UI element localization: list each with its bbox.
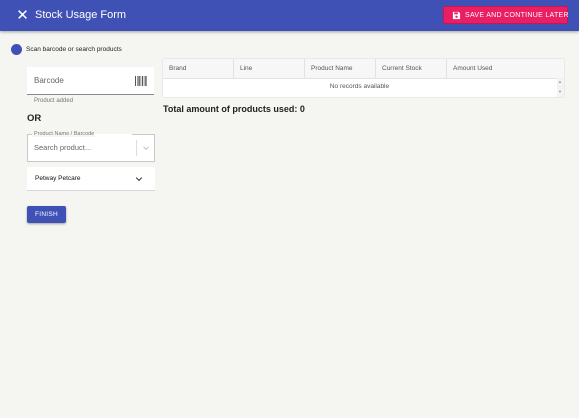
location-select[interactable]: Petway Petcare [27, 167, 155, 191]
barcode-input[interactable]: Barcode [27, 67, 154, 95]
outline-segment [27, 134, 32, 135]
barcode-icon [135, 76, 147, 86]
step-indicator [11, 44, 22, 55]
location-select-value: Petway Petcare [35, 175, 81, 182]
empty-table-message: No records available [329, 83, 390, 90]
table-header: Brand Line Product Name Current Stock Am… [163, 59, 564, 79]
barcode-placeholder: Barcode [34, 76, 64, 85]
chevron-down-icon[interactable] [142, 144, 150, 152]
scroll-up-icon[interactable]: ▲ [558, 80, 562, 84]
save-button-label: SAVE AND CONTINUE LATER [465, 12, 569, 19]
finish-button[interactable]: FINISH [27, 206, 66, 223]
column-header-product-name[interactable]: Product Name [305, 59, 376, 78]
column-header-line[interactable]: Line [234, 59, 305, 78]
product-search-label: Product Name / Barcode [33, 131, 96, 137]
app-bar: ✕ Stock Usage Form SAVE AND CONTINUE LAT… [0, 0, 579, 31]
chevron-down-icon [135, 177, 143, 182]
save-icon [452, 11, 461, 20]
barcode-helper-text: Product added [34, 98, 74, 104]
product-search-field[interactable] [27, 134, 155, 162]
scroll-down-icon[interactable]: ▼ [558, 90, 562, 94]
total-products-used: Total amount of products used: 0 [163, 104, 305, 114]
outline-segment [132, 134, 155, 135]
or-separator: OR [27, 113, 42, 124]
save-and-continue-button[interactable]: SAVE AND CONTINUE LATER [443, 6, 569, 24]
products-table: Brand Line Product Name Current Stock Am… [163, 59, 564, 97]
column-header-brand[interactable]: Brand [163, 59, 234, 78]
product-search-input[interactable] [34, 143, 129, 152]
column-header-current-stock[interactable]: Current Stock [376, 59, 447, 78]
page-title: Stock Usage Form [35, 9, 127, 21]
step-label: Scan barcode or search products [26, 46, 122, 53]
divider [136, 140, 137, 156]
column-header-amount-used[interactable]: Amount Used [447, 59, 564, 78]
table-scrollbar[interactable]: ▲ ▼ [557, 78, 564, 97]
close-icon[interactable]: ✕ [14, 7, 31, 24]
